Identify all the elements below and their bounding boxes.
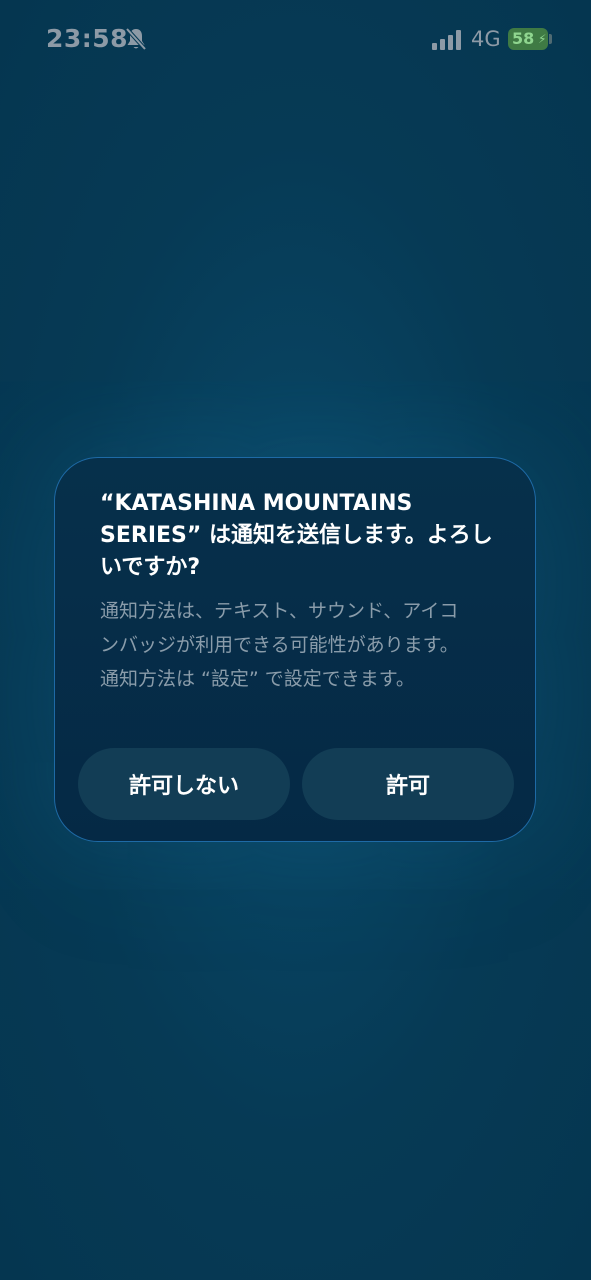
- status-bar: 23:58 4G 58 ⚡: [0, 22, 591, 58]
- dialog-title: “KATASHINA MOUNTAINS SERIES” は通知を送信します。よ…: [100, 491, 493, 580]
- bell-slash-icon: [125, 27, 147, 51]
- battery-icon: 58 ⚡: [508, 28, 548, 50]
- battery-cap: [549, 34, 552, 44]
- notification-permission-dialog: “KATASHINA MOUNTAINS SERIES” は通知を送信します。よ…: [54, 457, 536, 842]
- allow-button[interactable]: 許可: [302, 748, 514, 820]
- battery-level: 58: [512, 29, 535, 48]
- signal-icon: [432, 30, 461, 50]
- dialog-message: 通知方法は、テキスト、サウンド、アイコンバッジが利用できる可能性があります。通知…: [100, 600, 459, 690]
- network-type: 4G: [471, 27, 501, 51]
- status-time: 23:58: [46, 24, 129, 53]
- deny-button[interactable]: 許可しない: [78, 748, 290, 820]
- charging-bolt-icon: ⚡: [538, 32, 547, 46]
